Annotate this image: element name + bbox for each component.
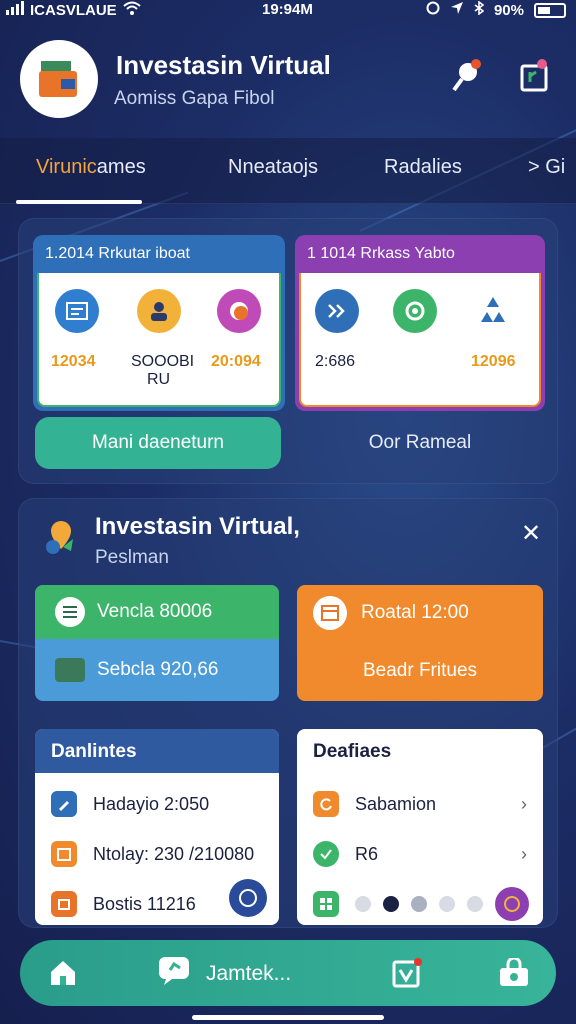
wifi-icon (123, 1, 141, 19)
list-item[interactable]: Sabamion › (297, 779, 543, 829)
wallet-icon (39, 61, 77, 97)
assistant-icon (504, 896, 520, 912)
home-icon[interactable] (48, 958, 78, 988)
metric-value: 12096 (471, 353, 516, 370)
app-subtitle: Aomiss Gapa Fibol (114, 88, 275, 109)
page-dot[interactable] (411, 896, 427, 912)
tile-label: Beadr Fritues (362, 660, 478, 681)
circle-icon (239, 889, 257, 907)
card-title: 1.2014 Rrkutar iboat (45, 245, 190, 262)
list-item[interactable]: R6 › (297, 829, 543, 879)
status-bar: ICASVLAUE 19:94M 90% (0, 0, 576, 22)
nav-center[interactable]: Jamtek... (158, 956, 291, 991)
box-icon (51, 891, 77, 917)
refresh-icon (313, 791, 339, 817)
tile-label: Sebcla 920,66 (97, 659, 219, 680)
summary-card-right[interactable]: 1 1014 Rrkass Yabto 2:686 12096 (295, 235, 545, 411)
features-list: Deafiaes Sabamion › R6 › (297, 729, 543, 925)
bluetooth-icon (474, 0, 485, 19)
list-title: Deafiaes (313, 741, 392, 762)
tile-label: Vencla 80006 (97, 601, 213, 622)
chat-icon (158, 956, 192, 991)
pager-row (297, 879, 543, 925)
tab-ratings[interactable]: Radalies (384, 156, 462, 179)
metric-value: SOOOBI (131, 353, 195, 370)
tab-active-indicator (16, 200, 142, 204)
plant-icon[interactable] (516, 56, 556, 96)
metric-unit: RU (147, 371, 171, 388)
list-item[interactable]: Hadayio 2:050 (35, 779, 279, 829)
panel-subtitle: Peslman (95, 547, 169, 568)
box-icon (313, 596, 347, 630)
close-icon[interactable]: ✕ (521, 519, 541, 548)
card-title: 1 1014 Rrkass Yabto (307, 245, 455, 262)
rental-tile[interactable]: Roatal 12:00 Beadr Fritues (297, 585, 543, 701)
page-dot[interactable] (355, 896, 371, 912)
primary-action-button[interactable]: Mani daeneturn (35, 417, 281, 469)
panel-title: Investasin Virtual, (95, 513, 300, 540)
bottom-navigation: Jamtek... (20, 940, 556, 1006)
page-dot[interactable] (467, 896, 483, 912)
chevron-right-icon: › (521, 793, 527, 814)
summary-panel: 1.2014 Rrkutar iboat 12034 SOOOBI RU 20:… (18, 218, 558, 484)
list-title: Danlintes (35, 729, 279, 773)
calendar-icon[interactable] (392, 958, 422, 988)
edit-icon (51, 791, 77, 817)
gear-icon (393, 289, 437, 333)
menu-icon (55, 597, 85, 627)
page-dot[interactable] (439, 896, 455, 912)
calendar-icon (51, 841, 77, 867)
recycle-icon (471, 289, 515, 333)
clock: 19:94M (262, 1, 313, 18)
grid-icon (313, 891, 339, 917)
person-badge-icon (137, 289, 181, 333)
transactions-list: Danlintes Hadayio 2:050 Ntolay: 230 /210… (35, 729, 279, 925)
list-item[interactable]: Ntolay: 230 /210080 (35, 829, 279, 879)
summary-card-left[interactable]: 1.2014 Rrkutar iboat 12034 SOOOBI RU 20:… (33, 235, 285, 411)
page-dots[interactable] (355, 896, 483, 912)
app-header: Investasin Virtual Aomiss Gapa Fibol (20, 40, 556, 122)
metric-value: 12034 (51, 353, 96, 370)
nav-center-label: Jamtek... (206, 961, 292, 985)
location-pin-icon (41, 517, 81, 562)
carrier-label: ICASVLAUE (30, 1, 117, 19)
search-icon[interactable] (450, 56, 490, 96)
bag-icon[interactable] (498, 956, 528, 988)
fab-button[interactable] (229, 879, 267, 917)
battery-percent: 90% (493, 1, 524, 19)
page-dot-active[interactable] (383, 896, 399, 912)
secondary-action-button[interactable]: Oor Rameal (297, 417, 543, 469)
chevron-right-icon: › (521, 843, 527, 864)
investment-panel: Investasin Virtual, Peslman ✕ Vencla 800… (18, 498, 558, 928)
signal-icon (6, 1, 24, 19)
chat-bubble-icon (217, 289, 261, 333)
home-indicator (192, 1015, 384, 1020)
assistant-button[interactable] (495, 887, 529, 921)
tab-bar: Virunicames Nneataojs Radalies > Gi (0, 138, 576, 204)
check-icon (313, 841, 339, 867)
tile-label: Roatal 12:00 (361, 602, 469, 623)
avatar[interactable] (20, 40, 98, 118)
tab-investments[interactable]: Nneataojs (228, 156, 318, 179)
location-icon (450, 1, 464, 19)
metric-value: 20:094 (211, 353, 261, 370)
tab-more[interactable]: > Gi (528, 156, 565, 179)
app-title: Investasin Virtual (116, 50, 331, 80)
battery-icon (534, 2, 566, 18)
tab-overview[interactable]: Virunicames (36, 156, 146, 179)
chart-icon (315, 289, 359, 333)
wallet-icon (55, 658, 85, 682)
document-icon (55, 289, 99, 333)
alarm-icon (426, 1, 440, 19)
metric-value: 2:686 (315, 353, 356, 370)
balance-tile[interactable]: Vencla 80006 Sebcla 920,66 (35, 585, 279, 701)
